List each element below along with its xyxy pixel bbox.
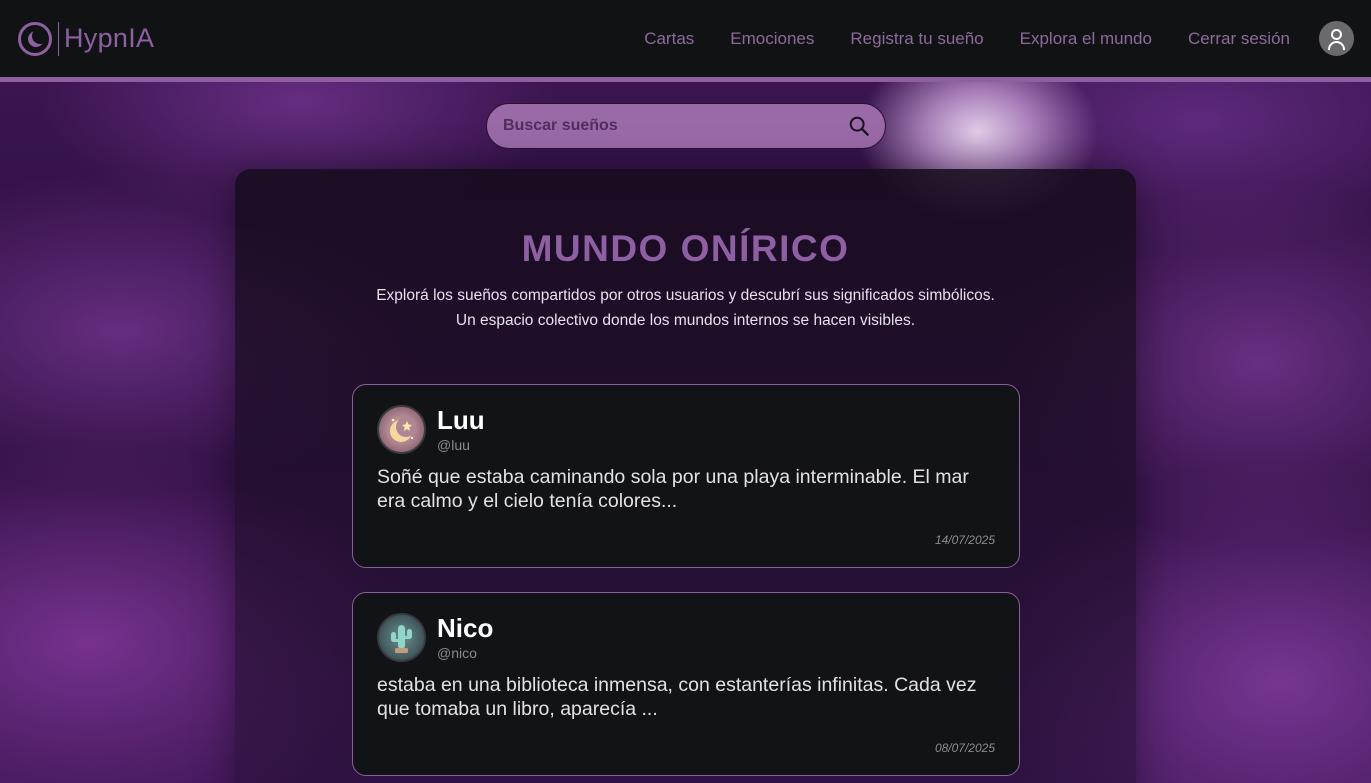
crescent-moon-icon	[18, 21, 52, 56]
dream-date: 08/07/2025	[934, 741, 995, 755]
page-subtitle-line-1: Explorá los sueños compartidos por otros…	[376, 287, 995, 304]
dream-author-name: Luu	[437, 405, 485, 435]
dream-card[interactable]: Luu @luu Soñé que estaba caminando sola …	[352, 384, 1020, 568]
nav-links: Cartas Emociones Registra tu sueño Explo…	[644, 0, 1371, 77]
page-title: MUNDO ONÍRICO	[521, 228, 850, 269]
user-icon-body	[1328, 41, 1345, 50]
user-icon	[1331, 29, 1342, 40]
page-subtitle-line-2: Un espacio colectivo donde los mundos in…	[455, 312, 916, 329]
search-bar	[486, 103, 886, 149]
logo-divider	[58, 21, 59, 56]
nav-link-explora-mundo[interactable]: Explora el mundo	[1020, 29, 1152, 49]
brand-name: HypnIA	[64, 23, 155, 53]
cactus-icon	[391, 625, 412, 653]
navbar-accent-line	[0, 77, 1371, 82]
brand-logo[interactable]: HypnIA	[18, 19, 154, 59]
dream-excerpt: estaba en una biblioteca inmensa, con es…	[377, 674, 977, 720]
avatar	[377, 613, 426, 662]
search-input[interactable]	[503, 117, 823, 135]
search-icon[interactable]	[848, 115, 870, 137]
nav-link-emociones[interactable]: Emociones	[730, 29, 814, 49]
navbar: HypnIA Cartas Emociones Registra tu sueñ…	[0, 0, 1371, 77]
dream-author-handle: @luu	[437, 437, 470, 453]
nav-link-cartas[interactable]: Cartas	[644, 29, 694, 49]
dream-excerpt: Soñé que estaba caminando sola por una p…	[377, 466, 969, 512]
dream-date: 14/07/2025	[934, 533, 995, 547]
dream-author-name: Nico	[437, 613, 494, 643]
nav-link-cerrar-sesion[interactable]: Cerrar sesión	[1188, 29, 1290, 49]
user-avatar-button[interactable]	[1319, 21, 1354, 56]
nav-link-registra-sueno[interactable]: Registra tu sueño	[850, 29, 983, 49]
dream-card[interactable]: Nico @nico estaba en una biblioteca inme…	[352, 592, 1020, 776]
dream-author-handle: @nico	[437, 645, 477, 661]
avatar	[377, 405, 426, 454]
moon-stars-icon	[390, 417, 416, 442]
